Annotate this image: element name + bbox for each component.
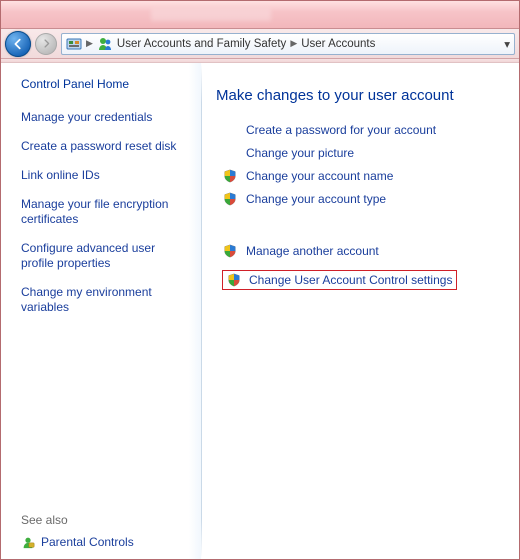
task-link-label: Change your picture — [246, 146, 354, 160]
task-link-label: Create a password for your account — [246, 123, 436, 137]
task-manage-another-account[interactable]: Manage another account — [222, 243, 507, 259]
uac-shield-icon — [222, 168, 238, 184]
main-panel: Make changes to your user account Create… — [202, 63, 519, 559]
sidebar-link-advanced-profile[interactable]: Configure advanced user profile properti… — [21, 241, 191, 271]
sidebar-link-file-encryption-certs[interactable]: Manage your file encryption certificates — [21, 197, 191, 227]
task-change-picture[interactable]: Change your picture — [222, 145, 507, 161]
sidebar: Control Panel Home Manage your credentia… — [1, 63, 201, 559]
task-change-uac-settings[interactable]: Change User Account Control settings — [222, 270, 457, 290]
see-also-section: See also Parental Controls — [21, 493, 191, 549]
control-panel-home-link[interactable]: Control Panel Home — [21, 77, 191, 91]
arrow-left-icon — [11, 37, 25, 51]
see-also-link-label: Parental Controls — [41, 535, 134, 549]
breadcrumb[interactable]: ▶ User Accounts and Family Safety ▶ User… — [61, 33, 515, 55]
breadcrumb-level1[interactable]: User Accounts and Family Safety — [117, 38, 286, 50]
task-create-password[interactable]: Create a password for your account — [222, 122, 507, 138]
user-accounts-category-icon — [97, 36, 113, 52]
chevron-right-icon: ▶ — [86, 38, 93, 49]
nav-forward-button[interactable] — [35, 33, 57, 55]
sidebar-link-env-vars[interactable]: Change my environment variables — [21, 285, 191, 315]
parental-controls-icon — [21, 535, 35, 549]
task-link-label: Change User Account Control settings — [249, 273, 452, 287]
uac-shield-icon — [222, 243, 238, 259]
icon-slot — [222, 122, 238, 138]
arrow-right-icon — [41, 38, 52, 49]
sidebar-link-link-online-ids[interactable]: Link online IDs — [21, 168, 191, 183]
page-title: Make changes to your user account — [216, 87, 507, 104]
breadcrumb-level2[interactable]: User Accounts — [301, 38, 375, 50]
content-area: Control Panel Home Manage your credentia… — [1, 63, 519, 559]
see-also-parental-controls[interactable]: Parental Controls — [21, 535, 191, 549]
uac-shield-icon — [227, 273, 241, 287]
control-panel-window: ▶ User Accounts and Family Safety ▶ User… — [0, 0, 520, 560]
nav-back-button[interactable] — [5, 31, 31, 57]
window-titlebar[interactable] — [1, 1, 519, 29]
task-link-label: Change your account name — [246, 169, 393, 183]
uac-shield-icon — [222, 191, 238, 207]
task-link-label: Manage another account — [246, 244, 379, 258]
primary-task-list: Create a password for your account Chang… — [222, 122, 507, 294]
sidebar-link-password-reset-disk[interactable]: Create a password reset disk — [21, 139, 191, 154]
see-also-heading: See also — [21, 513, 191, 527]
sidebar-link-credentials[interactable]: Manage your credentials — [21, 110, 191, 125]
control-panel-icon — [66, 36, 82, 52]
breadcrumb-dropdown-button[interactable]: ▾ — [504, 37, 510, 51]
address-bar: ▶ User Accounts and Family Safety ▶ User… — [1, 29, 519, 59]
task-change-account-name[interactable]: Change your account name — [222, 168, 507, 184]
task-link-label: Change your account type — [246, 192, 386, 206]
task-change-account-type[interactable]: Change your account type — [222, 191, 507, 207]
chevron-right-icon: ▶ — [290, 38, 297, 49]
icon-slot — [222, 145, 238, 161]
